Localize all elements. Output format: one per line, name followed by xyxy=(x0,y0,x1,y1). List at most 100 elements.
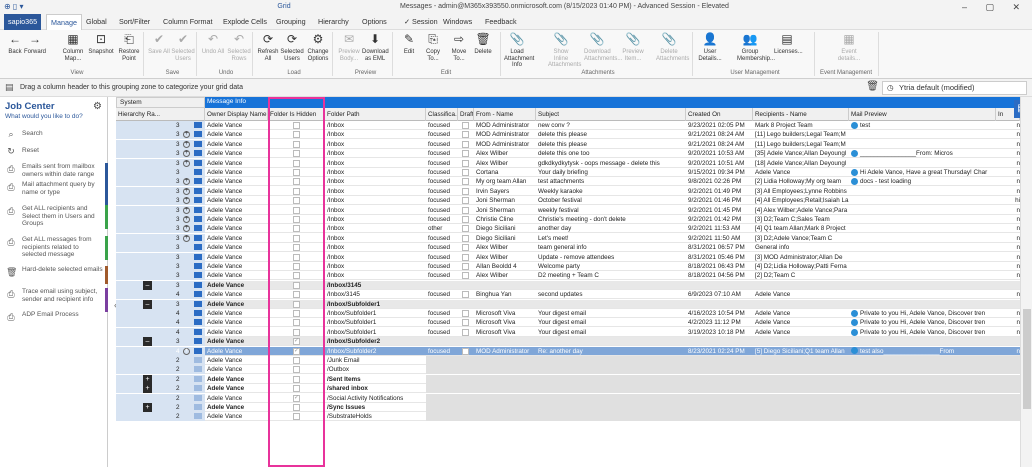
table-row[interactable]: 3 + Adele Vance/Inbox focused MOD Administra… xyxy=(116,139,1020,149)
folder-is-hidden-checkbox[interactable] xyxy=(293,300,300,308)
draft-checkbox[interactable] xyxy=(462,122,469,129)
menu-options[interactable]: Options xyxy=(362,14,387,30)
plus-icon[interactable]: + xyxy=(183,225,190,233)
quick-access-toolbar[interactable]: ⊕ ▯ ▾ xyxy=(4,2,24,11)
table-row[interactable]: 3 + Adele Vance/Inbox focused Diego Sicilian… xyxy=(116,233,1020,243)
ribbon-button-1[interactable]: → Forward xyxy=(22,32,48,68)
sidebar-item-4[interactable]: ⎙ Get ALL recipients and Select them in U… xyxy=(0,205,108,229)
draft-checkbox[interactable] xyxy=(462,291,469,299)
plus-icon[interactable]: + xyxy=(183,347,190,355)
folder-row[interactable]: 2 Adele Vance/Social Activity Notificatio… xyxy=(116,393,1020,403)
ribbon-button-14[interactable]: ✎ Edit xyxy=(396,32,422,68)
menu-sort-filter[interactable]: Sort/Filter xyxy=(119,14,150,30)
draft-checkbox[interactable] xyxy=(462,272,469,280)
menu-session[interactable]: ✓ Session xyxy=(404,14,438,30)
folder-row[interactable]: 2 Adele Vance/SubstrateHolds xyxy=(116,412,1020,422)
folder-is-hidden-checkbox[interactable] xyxy=(293,206,300,214)
draft-checkbox[interactable] xyxy=(462,187,469,195)
menu-explode-cells[interactable]: Explode Cells xyxy=(223,14,267,30)
folder-is-hidden-checkbox[interactable] xyxy=(293,357,300,364)
column-header-draft[interactable]: Draft xyxy=(458,108,474,121)
ribbon-button-18[interactable]: 📎 Load Attachment Info xyxy=(504,32,534,68)
plus-icon[interactable]: + xyxy=(183,197,190,205)
column-header-mail-preview[interactable]: Mail Preview xyxy=(849,108,996,121)
folder-is-hidden-checkbox[interactable] xyxy=(293,150,300,158)
menu-manage[interactable]: Manage xyxy=(46,14,82,30)
plus-icon[interactable]: + xyxy=(183,206,190,214)
ribbon-button-23[interactable]: 👤 User Details... xyxy=(697,32,723,68)
plus-icon[interactable]: + xyxy=(183,150,190,158)
table-row[interactable]: 3 Adele Vance/Inbox focused Allan Beoldd 4 W… xyxy=(116,262,1020,271)
folder-is-hidden-checkbox[interactable] xyxy=(293,310,300,317)
folder-is-hidden-checkbox[interactable] xyxy=(293,272,300,280)
folder-is-hidden-checkbox[interactable] xyxy=(293,385,300,393)
folder-is-hidden-checkbox[interactable] xyxy=(293,197,300,205)
menu-global[interactable]: Global xyxy=(86,14,107,30)
expand-collapse-icon[interactable]: – xyxy=(143,280,152,290)
draft-checkbox[interactable] xyxy=(462,140,469,148)
table-row[interactable]: 3 + Adele Vance/Inbox focused Alex Wilber del… xyxy=(116,149,1020,159)
column-header-folder-path[interactable]: Folder Path xyxy=(325,108,426,121)
table-row[interactable]: 4 Adele Vance/Inbox/Subfolder1 focused Micr… xyxy=(116,309,1020,318)
folder-is-hidden-checkbox[interactable] xyxy=(293,187,300,195)
draft-checkbox[interactable] xyxy=(462,263,469,270)
folder-row[interactable]: –3 Adele Vance/Inbox/3145 xyxy=(116,280,1020,290)
ribbon-button-13[interactable]: ⬇ Download as EML xyxy=(362,32,389,68)
column-header-hierarchy-ra[interactable]: Hierarchy Ra... xyxy=(116,108,205,121)
ribbon-button-21[interactable]: 📎 Preview Item... xyxy=(620,32,646,68)
table-row[interactable]: 4 Adele Vance/Inbox/Subfolder1 focused Micr… xyxy=(116,327,1020,337)
ribbon-button-4[interactable]: ⎗ Restore Point xyxy=(116,32,142,68)
table-row[interactable]: 4+Adele Vance/Inbox/Subfolder2focusedMOD… xyxy=(116,346,1020,356)
folder-is-hidden-checkbox[interactable] xyxy=(293,328,300,336)
table-row[interactable]: 4 Adele Vance/Inbox/3145 focused Binghua Ya… xyxy=(116,290,1020,300)
menu-hierarchy[interactable]: Hierarchy xyxy=(318,14,349,30)
folder-is-hidden-checkbox[interactable] xyxy=(293,159,300,167)
expand-collapse-icon[interactable]: + xyxy=(143,374,152,384)
folder-is-hidden-checkbox[interactable] xyxy=(293,291,300,299)
menu-column-format[interactable]: Column Format xyxy=(163,14,213,30)
expand-collapse-icon[interactable]: + xyxy=(143,384,152,394)
view-selector[interactable]: ◷ Ytria default (modified) xyxy=(882,81,1027,95)
ribbon-button-9[interactable]: ⟳ Refresh All xyxy=(255,32,281,68)
draft-checkbox[interactable] xyxy=(462,328,469,336)
sidebar-item-7[interactable]: ⎙ Trace email using subject, sender and r… xyxy=(0,288,108,312)
folder-is-hidden-checkbox[interactable] xyxy=(293,244,300,252)
menu-windows[interactable]: Windows xyxy=(443,14,472,30)
expand-collapse-icon[interactable]: – xyxy=(143,337,152,347)
draft-checkbox[interactable] xyxy=(462,319,469,327)
table-row[interactable]: 3 + Adele Vance/Inbox focused Joni Sherman we… xyxy=(116,205,1020,215)
table-row[interactable]: 3 Adele Vance/Inbox focused Cortana Your dai… xyxy=(116,168,1020,177)
plus-icon[interactable]: + xyxy=(183,216,190,223)
expand-collapse-icon[interactable]: + xyxy=(143,403,152,412)
ribbon-button-17[interactable]: 🗑 Delete xyxy=(470,32,496,68)
table-row[interactable]: 3 Adele Vance/Inbox focused Alex Wilber Upda… xyxy=(116,252,1020,262)
ribbon-button-22[interactable]: 📎 Delete Attachments xyxy=(656,32,689,68)
draft-checkbox[interactable] xyxy=(462,244,469,252)
sidebar-item-6[interactable]: 🗑 Hard-delete selected emails xyxy=(0,266,108,284)
table-row[interactable]: 3 + Adele Vance/Inbox focused Irvin Sayers We… xyxy=(116,186,1020,196)
draft-checkbox[interactable] xyxy=(462,225,469,233)
draft-checkbox[interactable] xyxy=(462,347,469,355)
draft-checkbox[interactable] xyxy=(462,178,469,186)
draft-checkbox[interactable] xyxy=(462,310,469,317)
folder-is-hidden-checkbox[interactable] xyxy=(293,263,300,270)
draft-checkbox[interactable] xyxy=(462,234,469,242)
ribbon-button-25[interactable]: ▤ Licenses... xyxy=(774,32,803,68)
folder-is-hidden-checkbox[interactable] xyxy=(293,131,300,139)
column-header-owner-display-name[interactable]: Owner Display Name xyxy=(205,108,268,121)
folder-row[interactable]: –3 Adele Vance/Inbox/Subfolder1 xyxy=(116,299,1020,309)
ribbon-button-20[interactable]: 📎 Download Attachments... xyxy=(584,32,622,68)
draft-checkbox[interactable] xyxy=(462,216,469,223)
draft-checkbox[interactable] xyxy=(462,169,469,176)
folder-is-hidden-checkbox[interactable] xyxy=(293,253,300,261)
table-row[interactable]: 3 Adele Vance/Inbox focused Alex Wilber D2 m… xyxy=(116,271,1020,281)
table-row[interactable]: 3 + Adele Vance/Inbox focused MOD Administra… xyxy=(116,130,1020,140)
draft-checkbox[interactable] xyxy=(462,131,469,139)
folder-row[interactable]: 2 Adele Vance/Junk Email xyxy=(116,356,1020,365)
folder-is-hidden-checkbox[interactable] xyxy=(293,225,300,233)
sidebar-item-5[interactable]: ⎙ Get ALL messages from recipients relate… xyxy=(0,236,108,260)
ribbon-button-16[interactable]: ⇨ Move To... xyxy=(446,32,472,68)
column-header-classifica[interactable]: Classifica... xyxy=(426,108,458,121)
table-row[interactable]: 3 + Adele Vance/Inbox focused Joni Sherman Oc… xyxy=(116,196,1020,206)
ribbon-button-26[interactable]: ▦ Event details... xyxy=(836,32,862,68)
